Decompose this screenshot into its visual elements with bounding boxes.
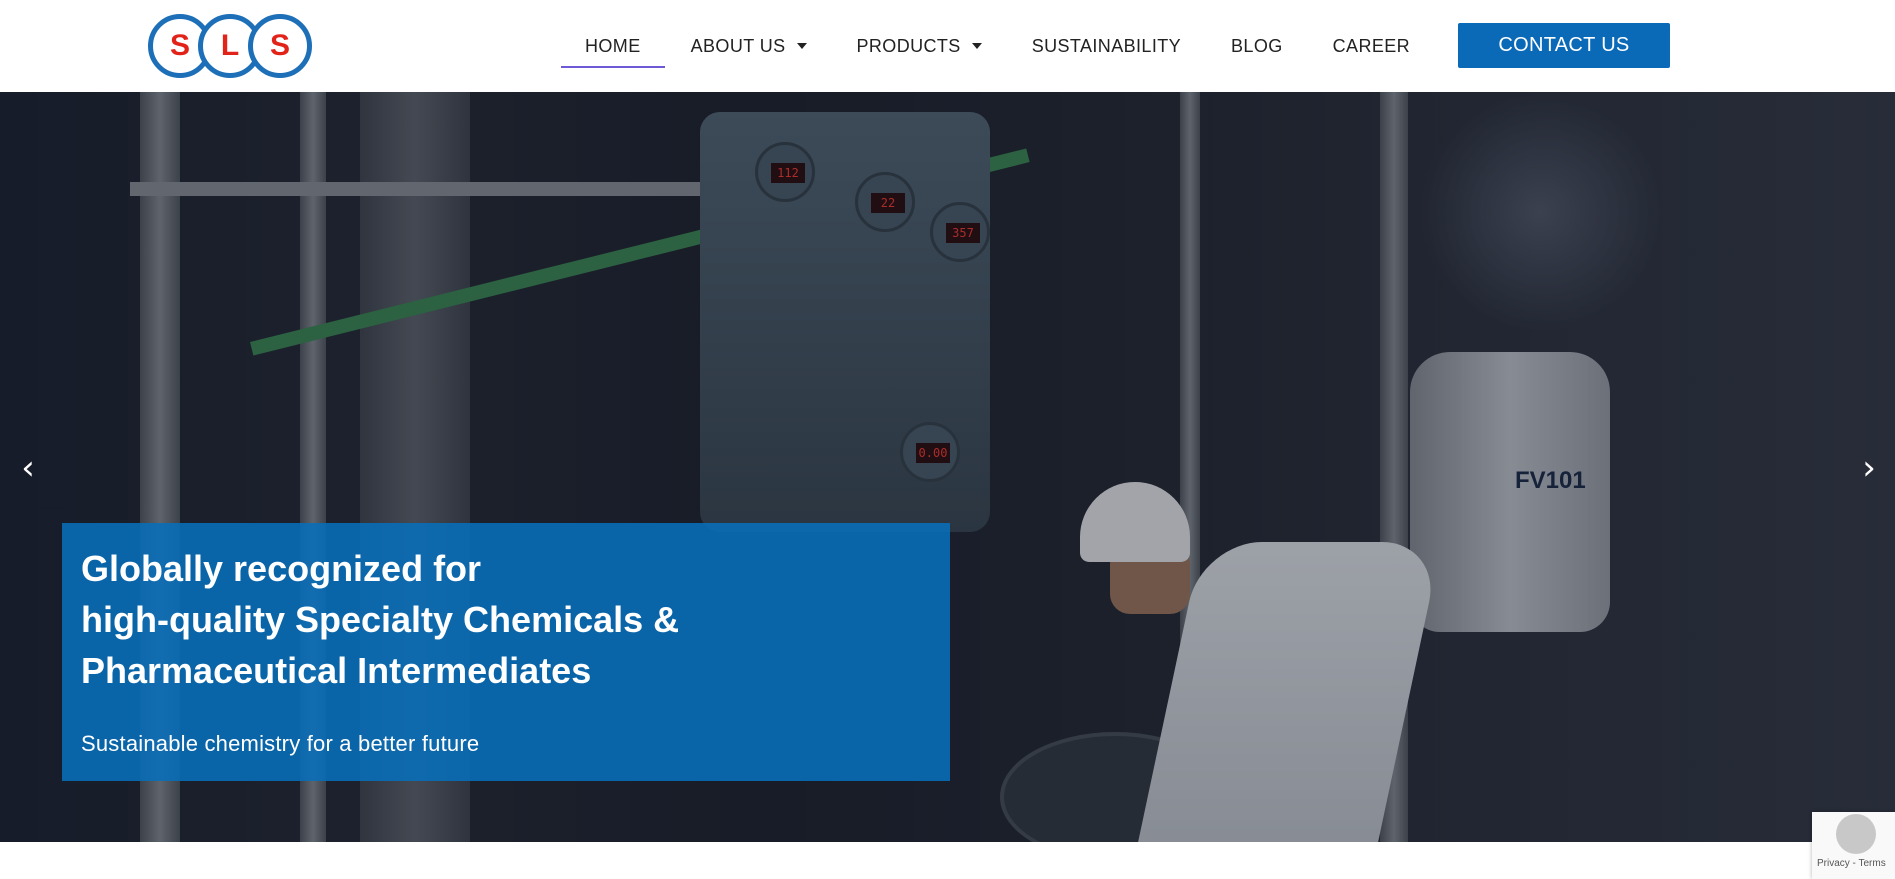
sls-logo[interactable]: S L S: [148, 14, 312, 78]
logo-ring-3: S: [248, 14, 312, 78]
nav-item-career[interactable]: CAREER: [1308, 0, 1435, 92]
caret-down-icon: [796, 43, 807, 49]
chevron-left-icon[interactable]: ‹: [13, 448, 43, 488]
nav-item-label: ABOUT US: [690, 35, 786, 56]
caret-down-icon: [971, 43, 982, 49]
hero-subtitle: Sustainable chemistry for a better futur…: [81, 731, 480, 756]
hero-headline-line: Pharmaceutical Intermediates: [81, 650, 592, 691]
hero-caption-box: Globally recognized for high-quality Spe…: [62, 523, 950, 781]
logo-letter-1: S: [169, 29, 190, 62]
nav-item-label: CAREER: [1332, 35, 1411, 56]
nav-item-home[interactable]: HOME: [560, 0, 666, 92]
nav-item-label: HOME: [585, 35, 641, 56]
site-header: S L S HOME ABOUT US PRODUCTS SUSTAINABIL…: [0, 0, 1895, 92]
nav-item-label: SUSTAINABILITY: [1031, 35, 1182, 56]
hero-headline-line: high-quality Specialty Chemicals &: [81, 599, 680, 640]
main-nav: HOME ABOUT US PRODUCTS SUSTAINABILITY BL…: [560, 0, 1435, 92]
logo-letter-2: L: [220, 29, 240, 62]
nav-item-products[interactable]: PRODUCTS: [832, 0, 1007, 92]
chevron-right-icon[interactable]: ›: [1854, 448, 1884, 488]
contact-us-button[interactable]: CONTACT US: [1458, 23, 1670, 68]
recaptcha-badge[interactable]: Privacy - Terms: [1812, 812, 1895, 879]
recaptcha-icon: [1836, 814, 1876, 854]
nav-item-label: PRODUCTS: [856, 35, 961, 56]
logo-letter-3: S: [269, 29, 290, 62]
nav-item-label: BLOG: [1231, 35, 1283, 56]
nav-item-blog[interactable]: BLOG: [1206, 0, 1308, 92]
nav-item-about-us[interactable]: ABOUT US: [666, 0, 832, 92]
recaptcha-links[interactable]: Privacy - Terms: [1817, 858, 1886, 869]
hero-headline: Globally recognized for high-quality Spe…: [81, 543, 941, 696]
hero-headline-line: Globally recognized for: [81, 548, 482, 589]
nav-item-sustainability[interactable]: SUSTAINABILITY: [1007, 0, 1206, 92]
